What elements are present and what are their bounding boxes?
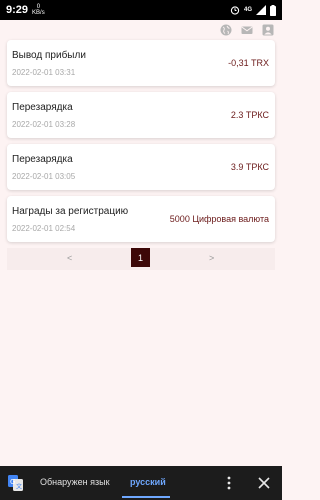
record-title: Перезарядка: [12, 154, 73, 165]
user-icon[interactable]: [262, 23, 274, 36]
language-tab-russian[interactable]: русский: [130, 477, 166, 487]
record-date: 2022-02-01 03:31: [12, 68, 76, 77]
record-amount: 2.3 ТРКС: [230, 110, 269, 120]
next-page-button[interactable]: >: [209, 253, 214, 263]
transaction-list: Вывод прибыли 2022-02-01 03:31 -0,31 TRX…: [7, 40, 275, 248]
list-item[interactable]: Перезарядка 2022-02-01 03:28 2.3 ТРКС: [7, 92, 275, 138]
list-item[interactable]: Награды за регистрацию 2022-02-01 02:54 …: [7, 196, 275, 242]
record-date: 2022-02-01 03:05: [12, 172, 76, 181]
svg-text:文: 文: [16, 483, 22, 491]
active-tab-indicator: [122, 496, 170, 498]
close-icon[interactable]: [257, 476, 271, 490]
record-title: Перезарядка: [12, 102, 73, 113]
status-bar: 9:29 0 KB/s 4G: [0, 0, 282, 20]
status-time: 9:29: [6, 4, 29, 16]
mail-icon[interactable]: [241, 23, 253, 35]
network-type: 4G: [243, 7, 252, 13]
prev-page-button[interactable]: <: [67, 253, 72, 263]
signal-icon: [256, 5, 266, 15]
current-page-button[interactable]: 1: [131, 248, 150, 267]
record-title: Награды за регистрацию: [12, 206, 129, 217]
battery-icon: [270, 4, 276, 16]
header-actions: [220, 20, 274, 38]
list-item[interactable]: Перезарядка 2022-02-01 03:05 3.9 ТРКС: [7, 144, 275, 190]
network-speed-unit: KB/s: [32, 10, 45, 16]
translate-bar: G文 Обнаружен язык русский: [0, 466, 282, 500]
globe-icon[interactable]: [220, 23, 232, 36]
alarm-icon: [230, 5, 240, 15]
record-amount: 3.9 ТРКС: [230, 162, 269, 172]
status-indicators: 4G: [230, 4, 276, 16]
record-title: Вывод прибыли: [12, 50, 86, 61]
list-item[interactable]: Вывод прибыли 2022-02-01 03:31 -0,31 TRX: [7, 40, 275, 86]
pagination: < 1 >: [7, 248, 275, 270]
network-speed: 0 KB/s: [32, 4, 45, 16]
record-date: 2022-02-01 02:54: [12, 224, 76, 233]
record-amount: -0,31 TRX: [228, 58, 269, 68]
google-translate-icon[interactable]: G文: [8, 475, 23, 491]
detected-language-label: Обнаружен язык: [40, 477, 110, 487]
more-vert-icon[interactable]: [226, 475, 232, 491]
record-amount: 5000 Цифровая валюта: [169, 214, 269, 224]
svg-text:G: G: [10, 478, 15, 486]
record-date: 2022-02-01 03:28: [12, 120, 76, 129]
